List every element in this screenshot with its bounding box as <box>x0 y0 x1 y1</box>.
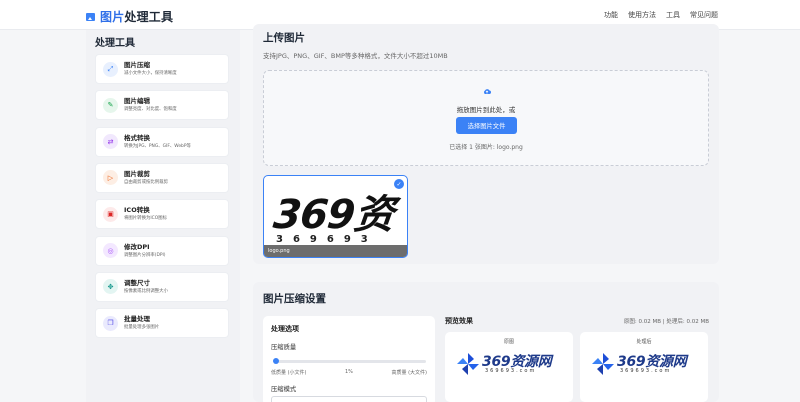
brand[interactable]: 图片处理工具 <box>86 8 173 25</box>
preview-processed: 处理后 369资源网 369693.com <box>580 332 708 402</box>
drop-zone[interactable]: 拖放图片到此处，或 选择图片文件 已选择 1 张图片: logo.png <box>263 70 709 166</box>
sidebar-tool[interactable]: ▣ ICO转换 将图片转换为ICO图标 <box>95 199 229 230</box>
quality-slider[interactable] <box>272 358 426 364</box>
tool-title: ICO转换 <box>124 206 150 215</box>
convert-icon: ⇄ <box>103 134 118 150</box>
tool-subtitle: 按像素或比例调整大小 <box>124 288 168 294</box>
tool-title: 格式转换 <box>124 133 150 142</box>
tool-subtitle: 转换为JPG、PNG、GIF、WebP等 <box>124 143 191 149</box>
tool-title: 批量处理 <box>124 315 150 324</box>
ico-icon: ▣ <box>103 206 118 222</box>
image-thumbnail[interactable]: 369资 369693 ✓ logo.png <box>263 175 408 258</box>
watermark-logo: 369资源网 369693.com <box>590 351 700 377</box>
slider-handle[interactable] <box>272 358 279 364</box>
tool-subtitle: 将图片转换为ICO图标 <box>124 216 167 222</box>
preview-original: 原图 369资源网 369693.com <box>445 332 573 402</box>
check-icon: ✓ <box>394 179 404 189</box>
tool-title: 修改DPI <box>124 242 150 251</box>
resize-icon: ✥ <box>103 279 118 295</box>
tool-subtitle: 批量处理多张图片 <box>124 325 160 331</box>
sidebar-tool[interactable]: ✎ 图片编辑 调整亮度、对比度、饱和度 <box>95 90 229 121</box>
sidebar-tool[interactable]: ⇄ 格式转换 转换为JPG、PNG、GIF、WebP等 <box>95 126 229 157</box>
slider-high-label: 高质量 (大文件) <box>391 370 428 376</box>
settings-title: 图片压缩设置 <box>263 293 326 305</box>
drop-text: 拖放图片到此处，或 <box>456 106 516 114</box>
tool-subtitle: 调整图片分辨率(DPI) <box>124 252 166 258</box>
thumb-logo-text: 369资 <box>271 192 396 238</box>
edit-icon: ✎ <box>103 97 118 113</box>
sidebar: 处理工具 ⤢ 图片压缩减小文件大小，保持清晰度 ✎ 图片编辑 调整亮度、对比度、饱和度 ⇄… <box>86 30 240 402</box>
preview-sizes: 原图: 0.02 MB | 处理后: 0.02 MB <box>623 319 709 325</box>
cloud-upload-icon <box>483 89 491 95</box>
compress-icon: ⤢ <box>103 61 118 77</box>
choose-file-button[interactable]: 选择图片文件 <box>456 117 517 134</box>
sidebar-tool[interactable]: ◎ 修改DPI 调整图片分辨率(DPI) <box>95 235 229 266</box>
pinwheel-logo-icon <box>457 353 479 375</box>
tool-title: 图片压缩 <box>124 61 150 69</box>
dpi-icon: ◎ <box>103 243 118 258</box>
sidebar-tool[interactable]: ❐ 批量处理 批量处理多张图片 <box>95 308 229 339</box>
upload-panel: 上传图片 支持JPG、PNG、GIF、BMP等多种格式，文件大小不超过10MB … <box>253 24 719 264</box>
options-card: 处理选项 压缩质量 低质量 (小文件) 1% 高质量 (大文件) 压缩模式 <box>263 316 435 402</box>
brand-title: 图片处理工具 <box>100 10 174 24</box>
tool-subtitle: 自由裁剪或按比例裁剪 <box>124 179 168 185</box>
batch-icon: ❐ <box>103 315 118 331</box>
upload-title: 上传图片 <box>263 32 305 44</box>
thumb-digits: 369693 <box>276 234 378 245</box>
nav-link-features[interactable]: 功能 <box>604 10 618 20</box>
slider-value: 1% <box>345 369 353 375</box>
nav-link-tools[interactable]: 工具 <box>666 10 680 20</box>
sidebar-tool[interactable]: ▷ 图片裁剪 自由裁剪或按比例裁剪 <box>95 162 229 193</box>
sidebar-title: 处理工具 <box>95 38 135 49</box>
thumb-filename: logo.png <box>264 245 407 257</box>
settings-panel: 图片压缩设置 处理选项 压缩质量 低质量 (小文件) 1% 高质量 (大文件) … <box>253 282 719 402</box>
watermark-sub: 369693.com <box>620 368 672 374</box>
tool-title: 调整尺寸 <box>124 278 150 287</box>
mode-label: 压缩模式 <box>271 386 297 393</box>
pinwheel-logo-icon <box>592 353 614 375</box>
tool-title: 图片裁剪 <box>124 169 150 178</box>
upload-description: 支持JPG、PNG、GIF、BMP等多种格式，文件大小不超过10MB <box>263 52 448 60</box>
tool-title: 图片编辑 <box>124 97 150 106</box>
tool-subtitle: 减小文件大小，保持清晰度 <box>124 71 177 76</box>
preview-processed-caption: 处理后 <box>636 339 652 345</box>
options-title: 处理选项 <box>271 325 299 333</box>
preview-original-caption: 原图 <box>503 339 514 345</box>
sidebar-tool[interactable]: ✥ 调整尺寸 按像素或比例调整大小 <box>95 271 229 302</box>
watermark-logo: 369资源网 369693.com <box>455 351 565 377</box>
top-nav: 功能 使用方法 工具 常见问题 <box>604 10 718 20</box>
quality-label: 压缩质量 <box>271 344 297 351</box>
mode-select[interactable] <box>271 396 427 402</box>
selected-file-text: 已选择 1 张图片: logo.png <box>449 144 523 151</box>
tool-subtitle: 调整亮度、对比度、饱和度 <box>124 107 177 113</box>
preview-title: 预览效果 <box>445 317 473 325</box>
watermark-sub: 369693.com <box>485 368 537 374</box>
nav-link-usage[interactable]: 使用方法 <box>628 10 656 20</box>
nav-link-faq[interactable]: 常见问题 <box>690 10 718 20</box>
sidebar-tool[interactable]: ⤢ 图片压缩减小文件大小，保持清晰度 <box>95 54 229 84</box>
slider-low-label: 低质量 (小文件) <box>271 370 307 376</box>
image-icon <box>86 12 95 21</box>
crop-icon: ▷ <box>103 170 118 186</box>
